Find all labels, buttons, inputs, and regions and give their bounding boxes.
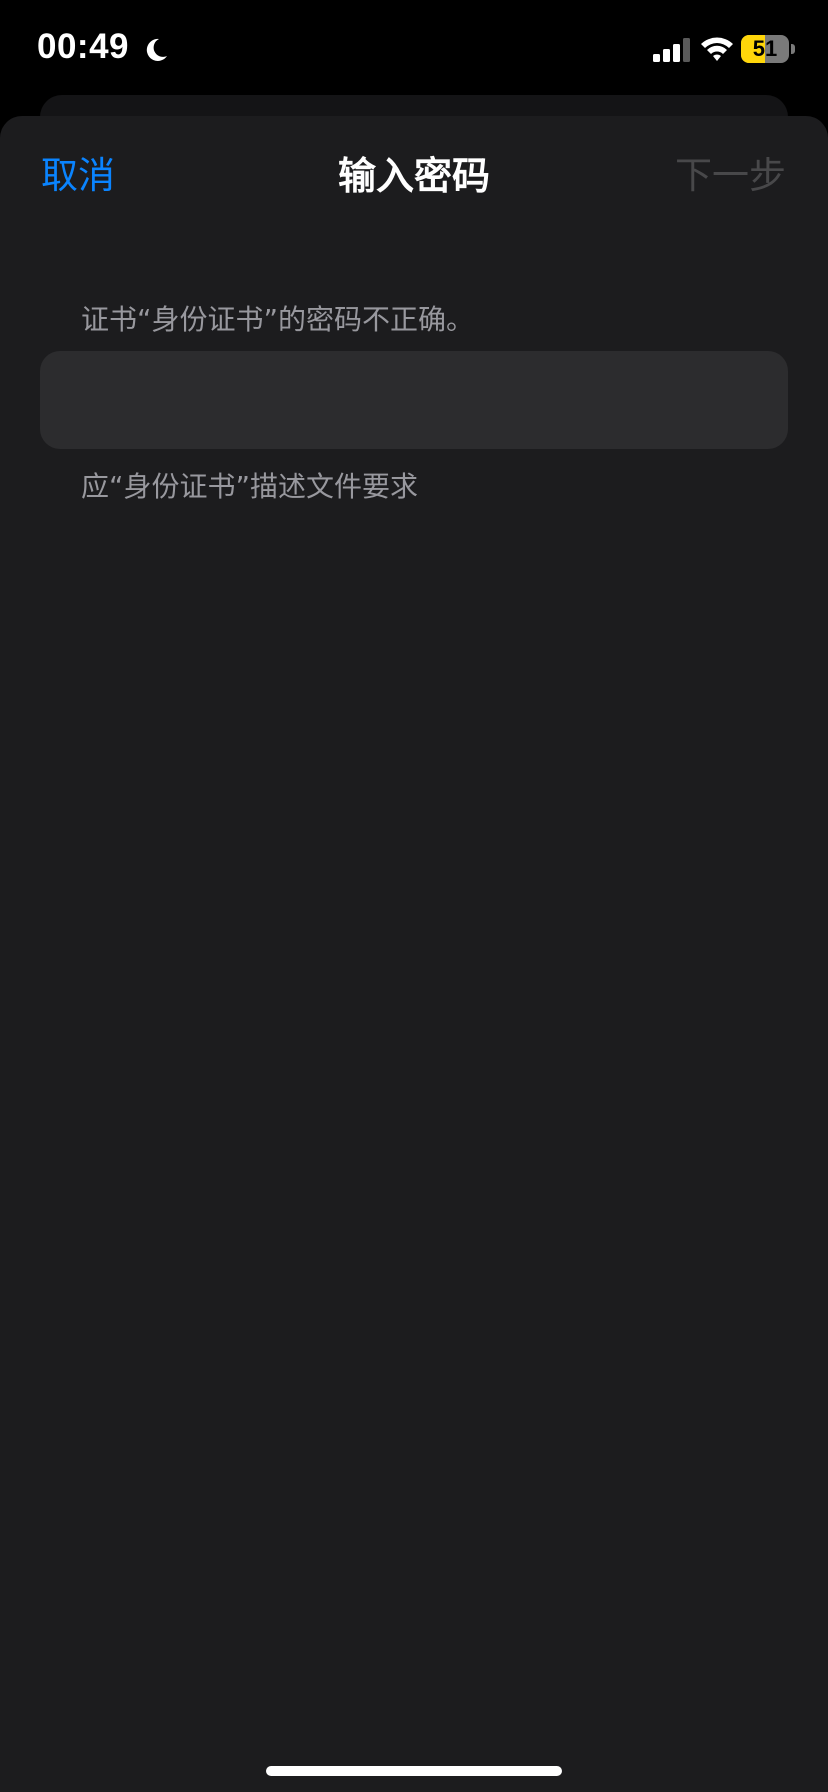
error-message: 证书“身份证书”的密码不正确。: [81, 303, 475, 336]
cellular-signal-icon: [653, 38, 690, 62]
status-bar: 00:49 51: [0, 0, 828, 100]
password-sheet: 取消 输入密码 下一步 证书“身份证书”的密码不正确。 应“身份证书”描述文件要…: [0, 116, 828, 1792]
moon-icon: [146, 38, 167, 61]
battery-icon: 51: [741, 35, 789, 63]
cancel-button[interactable]: 取消: [41, 145, 115, 199]
battery-percent: 51: [752, 36, 778, 61]
footer-text: 应“身份证书”描述文件要求: [81, 470, 419, 503]
wifi-icon: [701, 37, 733, 61]
home-indicator[interactable]: [266, 1766, 562, 1776]
battery-cap: [791, 44, 795, 54]
next-button[interactable]: 下一步: [675, 145, 786, 199]
password-field[interactable]: [40, 351, 788, 449]
status-time: 00:49: [37, 27, 130, 66]
screen: 00:49 51 取消 输入密码 下一步 证书“身份证书”的密码不正确。 应“身…: [0, 0, 828, 1792]
